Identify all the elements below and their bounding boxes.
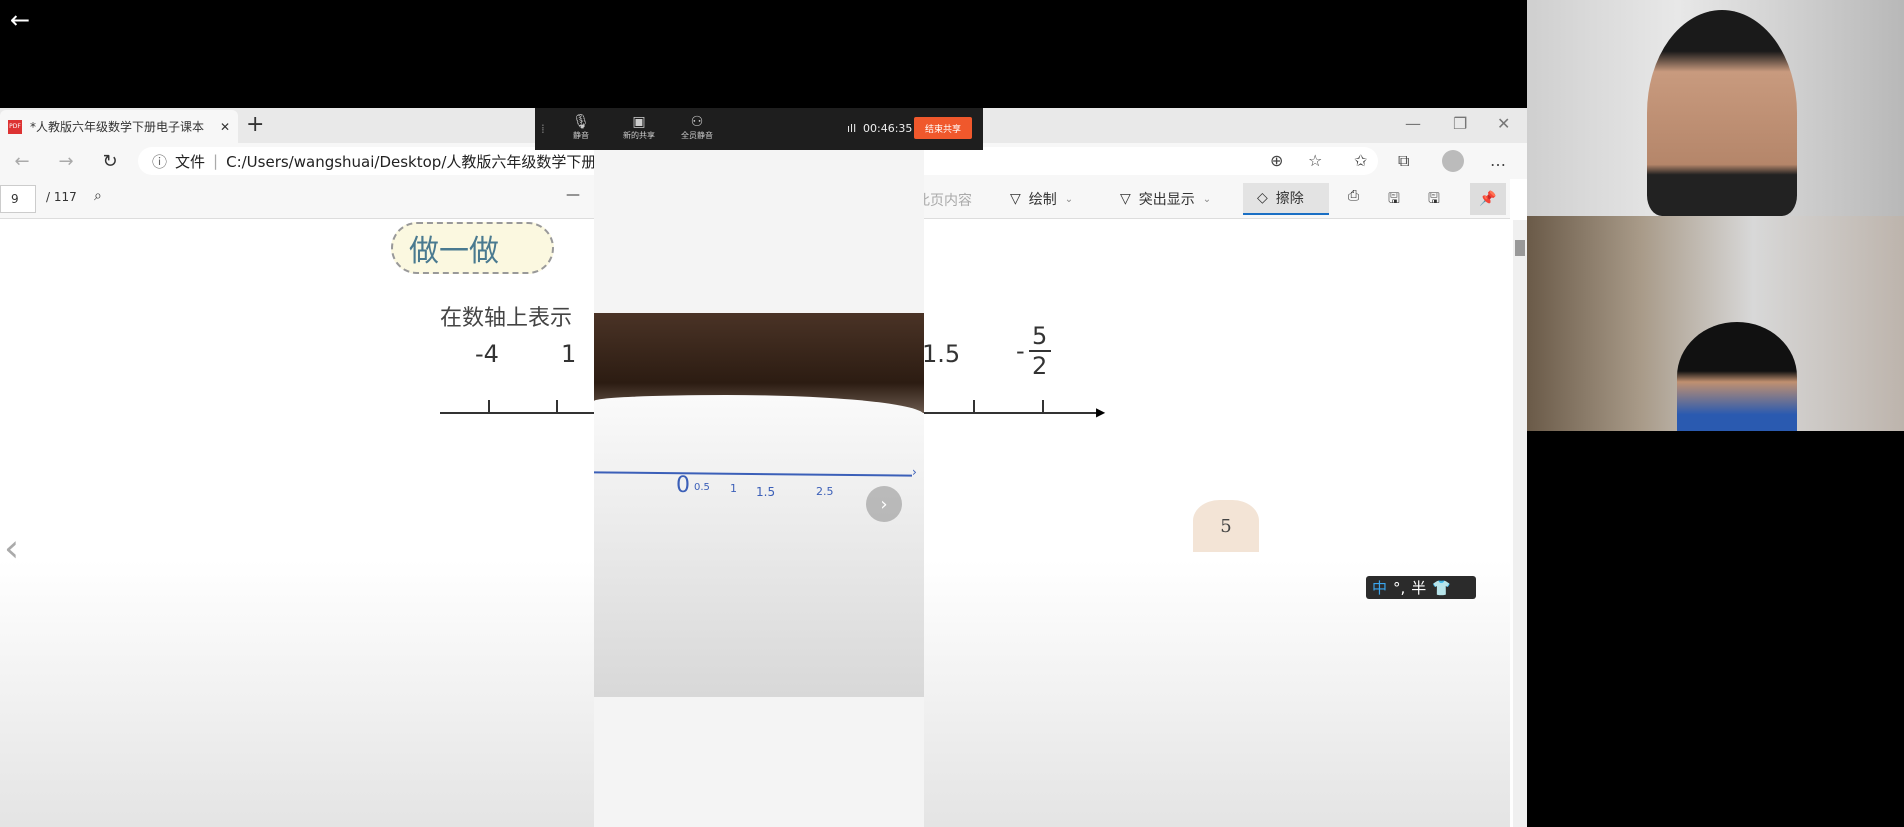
fraction-numerator: 5 [1032, 322, 1048, 350]
skin-icon[interactable]: 👕 [1432, 579, 1451, 597]
video-tile-participant-2[interactable] [1527, 216, 1904, 431]
ime-punct[interactable]: °, [1393, 579, 1405, 597]
mute-all-icon: ⚇ [690, 114, 704, 130]
tick [488, 400, 490, 412]
shared-phone-screen: › 0 0.5 1 1.5 2.5 › [593, 150, 924, 827]
forward-icon[interactable]: → [44, 151, 88, 172]
print-icon[interactable]: ⎙ [1348, 188, 1359, 204]
section-badge: 做一做 [391, 222, 554, 274]
divider: | [213, 152, 219, 170]
pdf-icon: PDF [8, 119, 22, 134]
share-timer: 00:46:35 [863, 122, 913, 135]
end-share-button[interactable]: 结束共享 [914, 117, 972, 139]
handwritten-label: 0 [676, 473, 690, 498]
handwritten-number-line [593, 471, 913, 477]
ime-width[interactable]: 半 [1411, 577, 1426, 598]
draw-label: 绘制 [1028, 192, 1057, 208]
ime-mode[interactable]: 中 [1372, 577, 1387, 598]
participant-person [1677, 322, 1797, 431]
pin-icon[interactable]: 📌 [1470, 183, 1506, 215]
save-icon[interactable]: 🖫 [1388, 188, 1400, 212]
draw-button[interactable]: ▽ 绘制 ⌄ [1010, 189, 1073, 209]
refresh-icon[interactable]: ↻ [88, 151, 132, 172]
erase-label: 擦除 [1275, 191, 1304, 207]
next-chevron-icon[interactable]: › [866, 486, 902, 522]
prev-page-chevron-icon[interactable]: ‹ [4, 526, 19, 570]
restore-button[interactable]: ❐ [1453, 114, 1467, 133]
chevron-down-icon[interactable]: ⌄ [1203, 194, 1211, 205]
page-total: / 117 [46, 190, 77, 204]
meeting-share-toolbar: ⁞ 🎙 静音 ▣ 新的共享 ⚇ 全员静音 ıll 00:46:35 结束共享 [535, 108, 983, 150]
tick [973, 400, 975, 412]
handwritten-label: 2.5 [816, 485, 834, 498]
page-number-input[interactable]: 9 [0, 185, 36, 213]
pen-icon: ▽ [1010, 191, 1021, 207]
number-label: 1 [561, 340, 577, 368]
signal-icon: ıll [847, 122, 857, 135]
mute-all-label: 全员静音 [681, 131, 713, 140]
zoom-icon[interactable]: ⊕ [1270, 151, 1283, 170]
participant-person [1647, 10, 1797, 216]
profile-avatar[interactable] [1442, 150, 1464, 172]
fraction-denominator: 2 [1032, 352, 1048, 380]
arrow-head: › [912, 465, 917, 479]
number-label: -4 [475, 340, 499, 368]
highlight-button[interactable]: ▽ 突出显示 ⌄ [1120, 189, 1211, 209]
address-prefix: 文件 [175, 152, 206, 171]
highlighter-icon: ▽ [1120, 191, 1131, 207]
scrollbar[interactable] [1513, 220, 1527, 827]
instruction-text: 在数轴上表示 [440, 306, 573, 331]
arrow-head: ▶ [1096, 405, 1106, 419]
handwritten-label: 1.5 [756, 485, 776, 499]
fraction-sign: - [1016, 337, 1025, 365]
page-number-badge: 5 [1193, 500, 1259, 552]
search-icon[interactable]: ⌕ [94, 188, 102, 204]
back-arrow-icon[interactable]: ← [10, 6, 30, 34]
highlight-label: 突出显示 [1138, 192, 1195, 208]
ime-toolbar[interactable]: 中 °, 半 👕 [1366, 576, 1476, 599]
chevron-down-icon[interactable]: ⌄ [1065, 194, 1073, 205]
handwritten-label: 1 [730, 482, 737, 495]
tick [1042, 400, 1044, 412]
add-favorite-icon[interactable]: ☆ [1308, 151, 1322, 170]
fraction-label: - 5 2 [1016, 322, 1051, 380]
mute-label: 静音 [573, 131, 589, 140]
save-as-icon[interactable]: 🖫 [1428, 188, 1440, 212]
address-text: C:/Users/wangshuai/Desktop/人教版六年级数学下册 [226, 152, 597, 171]
camera-image-paper: › 0 0.5 1 1.5 2.5 [593, 395, 924, 697]
collections-icon[interactable]: ⧉ [1398, 151, 1409, 171]
number-label: 1.5 [922, 340, 961, 368]
new-tab-button[interactable]: + [246, 112, 264, 137]
zoom-out-button[interactable]: — [566, 187, 580, 203]
more-icon[interactable]: … [1490, 151, 1506, 170]
eraser-icon: ◇ [1257, 190, 1268, 206]
tab-title: *人教版六年级数学下册电子课本 [30, 120, 205, 134]
favorites-icon[interactable]: ✩ [1354, 151, 1367, 170]
mute-all-button[interactable]: ⚇ 全员静音 [677, 114, 717, 141]
mic-icon: 🎙 [572, 114, 590, 130]
video-tile-participant-1[interactable] [1527, 0, 1904, 216]
mute-button[interactable]: 🎙 静音 [561, 114, 601, 141]
minimize-button[interactable]: — [1405, 114, 1421, 133]
handwritten-label: 0.5 [694, 482, 710, 493]
new-share-label: 新的共享 [623, 131, 655, 140]
tab-pdf[interactable]: PDF *人教版六年级数学下册电子课本 ✕ [0, 110, 238, 143]
close-window-button[interactable]: ✕ [1497, 114, 1510, 133]
close-tab-icon[interactable]: ✕ [220, 120, 230, 134]
erase-button[interactable]: ◇ 擦除 [1243, 183, 1329, 215]
tick [556, 400, 558, 412]
scrollbar-thumb[interactable] [1515, 240, 1525, 256]
info-icon: ⓘ [152, 152, 168, 171]
back-icon[interactable]: ← [0, 151, 44, 172]
share-icon: ▣ [632, 114, 646, 130]
new-share-button[interactable]: ▣ 新的共享 [619, 114, 659, 141]
drag-handle[interactable]: ⁞ [541, 122, 545, 136]
